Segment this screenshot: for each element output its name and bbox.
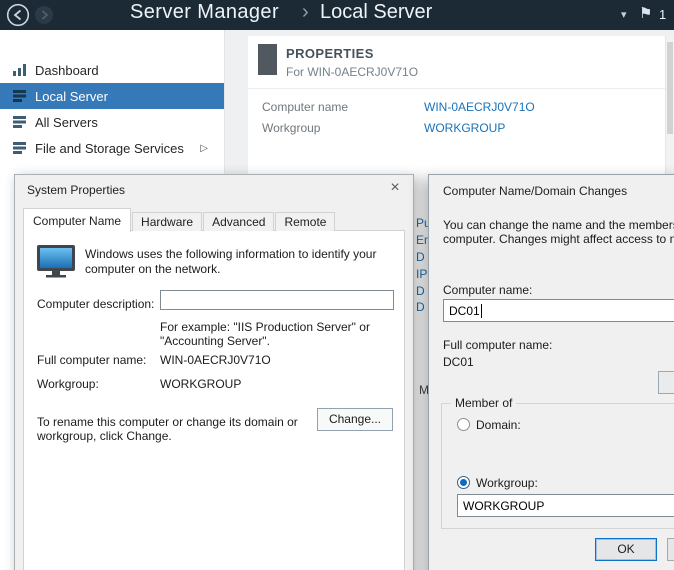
workgroup-link[interactable]: WORKGROUP (424, 121, 505, 135)
computer-description-input[interactable] (160, 290, 394, 310)
sidebar-item-local-server[interactable]: Local Server (0, 83, 224, 109)
workgroup-label: Workgroup: (37, 377, 99, 391)
dialog-title: System Properties (27, 183, 125, 197)
close-icon[interactable]: × (384, 178, 406, 198)
sidebar-item-dashboard[interactable]: Dashboard (0, 57, 224, 83)
sidebar-item-label: All Servers (35, 115, 98, 130)
top-bar: Server Manager › Local Server ▾ ⚑ 1 (0, 0, 674, 30)
full-computer-name-value: DC01 (443, 355, 474, 369)
change-button[interactable]: Change... (317, 408, 393, 431)
example-text-line1: For example: "IIS Production Server" or (160, 320, 370, 334)
computer-name-link[interactable]: WIN-0AECRJ0V71O (424, 100, 535, 114)
computer-name-label: Computer name (262, 100, 348, 114)
tab-computer-name[interactable]: Computer Name (23, 208, 131, 232)
workgroup-input[interactable]: WORKGROUP (457, 494, 674, 517)
tab-advanced[interactable]: Advanced (203, 212, 274, 231)
computer-name-value: DC01 (449, 304, 480, 318)
rename-hint-line2: workgroup, click Change. (37, 429, 172, 443)
workgroup-label: Workgroup (262, 121, 320, 135)
workgroup-radio[interactable] (457, 476, 470, 489)
rename-hint-line1: To rename this computer or change its do… (37, 415, 298, 429)
full-computer-name-value: WIN-0AECRJ0V71O (160, 353, 271, 367)
clipped-property-value[interactable]: IP (416, 267, 427, 281)
domain-radio[interactable] (457, 418, 470, 431)
sidebar-item-file-storage-services[interactable]: File and Storage Services ▷ (0, 135, 224, 161)
example-text-line2: "Accounting Server". (160, 334, 270, 348)
monitor-icon (36, 244, 76, 283)
notification-flag-icon[interactable]: ⚑ (639, 4, 652, 22)
dashboard-icon (13, 64, 26, 76)
sidebar-item-all-servers[interactable]: All Servers (0, 109, 224, 135)
scrollbar-thumb[interactable] (667, 42, 673, 134)
intro-text-line1: You can change the name and the membersh… (443, 218, 674, 232)
ok-button[interactable]: OK (595, 538, 657, 561)
tab-hardware[interactable]: Hardware (132, 212, 202, 231)
intro-text: Windows uses the following information t… (85, 247, 389, 277)
server-manager-window: Server Manager › Local Server ▾ ⚑ 1 Dash… (0, 0, 674, 570)
clipped-property-value[interactable]: D (416, 284, 425, 298)
member-of-label: Member of (451, 396, 516, 410)
more-button-clipped[interactable] (658, 371, 674, 394)
system-properties-dialog: System Properties × Computer Name Hardwa… (14, 174, 414, 570)
breadcrumb-separator: › (302, 1, 309, 24)
computer-name-input[interactable]: DC01 (443, 299, 674, 322)
tab-page: Windows uses the following information t… (23, 230, 405, 570)
domain-radio-label: Domain: (476, 418, 521, 432)
tab-strip: Computer Name Hardware Advanced Remote (23, 208, 336, 231)
sidebar-item-label: Local Server (35, 89, 108, 104)
expand-arrow-icon[interactable]: ▷ (200, 143, 208, 154)
cancel-button-clipped[interactable] (667, 538, 674, 561)
notification-count: 1 (659, 7, 666, 22)
text-cursor (481, 304, 482, 318)
server-icon (13, 90, 26, 102)
tab-remote[interactable]: Remote (275, 212, 335, 231)
forward-arrow-icon[interactable] (34, 5, 54, 30)
storage-icon (13, 142, 26, 154)
chevron-down-icon[interactable]: ▾ (621, 8, 627, 21)
dialog-title: Computer Name/Domain Changes (443, 184, 627, 198)
clipped-property-value[interactable]: D (416, 300, 425, 314)
computer-description-label: Computer description: (37, 297, 154, 311)
properties-subheading: For WIN-0AECRJ0V71O (286, 65, 418, 79)
full-computer-name-label: Full computer name: (443, 338, 552, 352)
servers-icon (13, 116, 26, 128)
domain-changes-dialog: Computer Name/Domain Changes You can cha… (428, 174, 674, 570)
properties-tile-icon (258, 44, 277, 75)
divider (248, 88, 674, 89)
workgroup-value: WORKGROUP (160, 377, 241, 391)
clipped-property-value[interactable]: D (416, 250, 425, 264)
workgroup-value: WORKGROUP (463, 499, 544, 513)
sidebar-item-label: Dashboard (35, 63, 99, 78)
sidebar-item-label: File and Storage Services (35, 141, 184, 156)
computer-name-label: Computer name: (443, 283, 532, 297)
breadcrumb-page-title: Local Server (320, 1, 432, 24)
full-computer-name-label: Full computer name: (37, 353, 146, 367)
intro-text-line2: computer. Changes might affect access to… (443, 232, 674, 246)
app-title: Server Manager (130, 1, 279, 24)
properties-heading: PROPERTIES (286, 46, 374, 61)
back-arrow-icon[interactable] (6, 3, 30, 32)
workgroup-radio-label: Workgroup: (476, 476, 538, 490)
